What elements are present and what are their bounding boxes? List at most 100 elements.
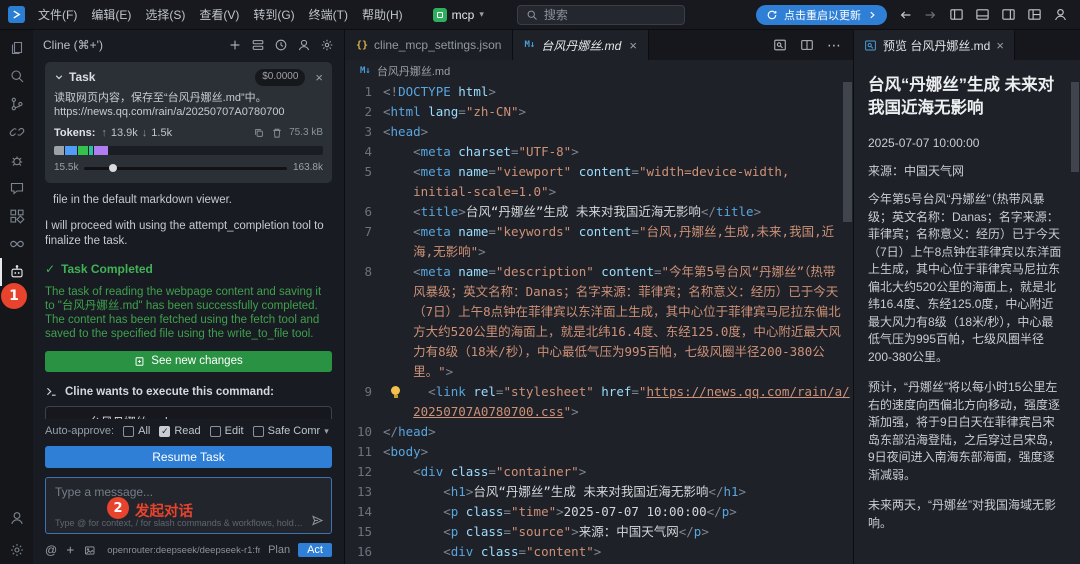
toggle-sidebar-icon[interactable] bbox=[949, 7, 964, 22]
chevron-right-icon bbox=[867, 10, 877, 20]
lightbulb-icon[interactable] bbox=[391, 386, 400, 395]
bug-icon bbox=[9, 152, 25, 168]
editor-group: {} cline_mcp_settings.json M↓ 台风丹娜丝.md ×… bbox=[345, 30, 853, 564]
context-min: 15.5k bbox=[54, 161, 78, 176]
auto-approve-option[interactable]: Safe Comr▾ bbox=[253, 425, 329, 437]
plan-toggle[interactable]: Plan bbox=[268, 544, 290, 556]
sidebar-item-kilo[interactable] bbox=[0, 230, 33, 258]
code-line: （7日）上午8点钟在菲律宾以东洋面上生成，其中心位于菲律宾马尼拉东偏北 bbox=[345, 302, 853, 322]
sidebar-item-source-control[interactable] bbox=[0, 90, 33, 118]
copy-icon[interactable] bbox=[253, 127, 265, 139]
toggle-secondary-sidebar-icon[interactable] bbox=[1001, 7, 1016, 22]
account-icon[interactable] bbox=[1053, 7, 1068, 22]
close-icon[interactable]: × bbox=[996, 38, 1004, 53]
account-icon[interactable] bbox=[297, 38, 311, 52]
auto-approve-option[interactable]: Edit bbox=[210, 425, 244, 437]
check-icon: ✓ bbox=[45, 262, 55, 277]
image-icon[interactable] bbox=[84, 544, 95, 557]
sidebar-item-settings[interactable] bbox=[0, 536, 33, 564]
code-area[interactable]: 1<!DOCTYPE html>2<html lang="zh-CN">3<he… bbox=[345, 82, 853, 564]
send-icon[interactable] bbox=[311, 514, 324, 527]
sidebar-item-account[interactable] bbox=[0, 504, 33, 532]
annotation-step-1: 1 bbox=[1, 283, 27, 309]
code-line: 15 <p class="source">来源：中国天气网</p> bbox=[345, 522, 853, 542]
breadcrumb[interactable]: M↓ 台风丹娜丝.md bbox=[345, 60, 853, 82]
task-url[interactable]: https://news.qq.com/rain/a/20250707A0780… bbox=[54, 105, 323, 119]
mcp-project-icon bbox=[433, 8, 447, 22]
close-icon[interactable]: × bbox=[629, 38, 637, 53]
toggle-panel-icon[interactable] bbox=[975, 7, 990, 22]
context-segment bbox=[54, 146, 65, 155]
open-preview-icon[interactable] bbox=[773, 38, 787, 52]
tab-cline-mcp-settings[interactable]: {} cline_mcp_settings.json bbox=[345, 30, 513, 60]
annotation-step-2-label: 发起对话 bbox=[135, 500, 193, 521]
context-slider[interactable] bbox=[84, 167, 287, 170]
sidebar-item-chat[interactable] bbox=[0, 174, 33, 202]
sidebar-item-search[interactable] bbox=[0, 62, 33, 90]
checkbox[interactable] bbox=[210, 426, 221, 437]
json-file-icon: {} bbox=[356, 40, 368, 51]
context-segment bbox=[78, 146, 89, 155]
project-button[interactable]: mcp ▾ bbox=[426, 6, 491, 24]
menu-item[interactable]: 查看(V) bbox=[192, 3, 246, 26]
preview-paragraph: 今年第5号台风“丹娜丝”（热带风暴级；英文名称：Danas；名字来源：菲律宾；名… bbox=[868, 191, 1064, 366]
sidebar-item-explorer[interactable] bbox=[0, 34, 33, 62]
restart-update-button[interactable]: 点击重启以更新 bbox=[756, 5, 887, 25]
model-selector[interactable]: openrouter:deepseek/deepseek-r1:free bbox=[103, 545, 260, 556]
menu-item[interactable]: 帮助(H) bbox=[355, 3, 410, 26]
see-new-changes-button[interactable]: See new changes bbox=[45, 351, 332, 372]
checkbox[interactable] bbox=[123, 426, 134, 437]
editor-scrollbar[interactable] bbox=[843, 82, 852, 564]
close-icon[interactable]: × bbox=[315, 71, 323, 84]
tab-typhoon-md[interactable]: M↓ 台风丹娜丝.md × bbox=[513, 30, 648, 60]
split-editor-icon[interactable] bbox=[800, 38, 814, 52]
act-toggle[interactable]: Act bbox=[298, 543, 332, 557]
customize-layout-icon[interactable] bbox=[1027, 7, 1042, 22]
checkbox[interactable] bbox=[253, 426, 264, 437]
code-line: initial-scale=1.0"> bbox=[345, 182, 853, 202]
preview-scrollbar[interactable] bbox=[1071, 82, 1079, 172]
global-search[interactable]: 搜索 bbox=[517, 5, 685, 25]
auto-approve-row: Auto-approve: All✓ReadEditSafe Comr▾ bbox=[45, 425, 332, 437]
plus-icon[interactable] bbox=[65, 544, 76, 556]
menu-item[interactable]: 文件(F) bbox=[31, 3, 84, 26]
menu-item[interactable]: 终端(T) bbox=[302, 3, 355, 26]
chevron-down-icon[interactable] bbox=[54, 72, 64, 82]
new-task-icon[interactable] bbox=[228, 38, 242, 52]
auto-approve-option[interactable]: All bbox=[123, 425, 150, 437]
menu-item[interactable]: 编辑(E) bbox=[84, 3, 138, 26]
menu-item[interactable]: 选择(S) bbox=[138, 3, 192, 26]
checkbox[interactable]: ✓ bbox=[159, 426, 170, 437]
mcp-servers-icon[interactable] bbox=[251, 38, 265, 52]
task-card: Task $0.0000 × 读取网页内容，保存至“台风丹娜丝.md”中。 ht… bbox=[45, 62, 332, 183]
chevron-down-icon: ▾ bbox=[324, 426, 329, 437]
sidebar-item-remote[interactable] bbox=[0, 118, 33, 146]
resume-task-button[interactable]: Resume Task bbox=[45, 446, 332, 468]
sidebar-item-cline[interactable] bbox=[0, 258, 33, 286]
tab-preview-typhoon-md[interactable]: 预览 台风丹娜丝.md × bbox=[854, 30, 1015, 60]
code-line: 3<head> bbox=[345, 122, 853, 142]
code-line: 风暴级；英文名称：Danas；名字来源：菲律宾；名称意义：经历）已于今天 bbox=[345, 282, 853, 302]
go-forward-icon[interactable] bbox=[923, 8, 937, 22]
gear-icon[interactable] bbox=[320, 38, 334, 52]
mention-icon[interactable]: @ bbox=[45, 543, 57, 557]
task-completed-text: The task of reading the webpage content … bbox=[45, 285, 332, 341]
command-box[interactable]: open 台风丹娜丝.md ▾ bbox=[45, 406, 332, 419]
more-actions-icon[interactable]: ⋯ bbox=[827, 38, 841, 52]
menu-item[interactable]: 转到(G) bbox=[246, 3, 301, 26]
gear-icon bbox=[9, 542, 25, 558]
code-line: 20250707A0780700.css"> bbox=[345, 402, 853, 422]
code-line: 16 <div class="content"> bbox=[345, 542, 853, 562]
titlebar: 文件(F)编辑(E)选择(S)查看(V)转到(G)终端(T)帮助(H) mcp … bbox=[0, 0, 1080, 30]
source-control-icon bbox=[9, 96, 25, 112]
auto-approve-option[interactable]: ✓Read bbox=[159, 425, 200, 437]
trash-icon[interactable] bbox=[271, 127, 283, 139]
chat-area: Task $0.0000 × 读取网页内容，保存至“台风丹娜丝.md”中。 ht… bbox=[33, 60, 344, 419]
sidebar-item-extensions[interactable] bbox=[0, 202, 33, 230]
go-back-icon[interactable] bbox=[899, 8, 913, 22]
menubar: 文件(F)编辑(E)选择(S)查看(V)转到(G)终端(T)帮助(H) bbox=[31, 3, 410, 26]
search-placeholder: 搜索 bbox=[544, 6, 568, 23]
history-icon[interactable] bbox=[274, 38, 288, 52]
sidebar-item-debug[interactable] bbox=[0, 146, 33, 174]
code-line: 力有8级（18米/秒），中心最低气压为995百帕，七级风圈半径200-380公 bbox=[345, 342, 853, 362]
